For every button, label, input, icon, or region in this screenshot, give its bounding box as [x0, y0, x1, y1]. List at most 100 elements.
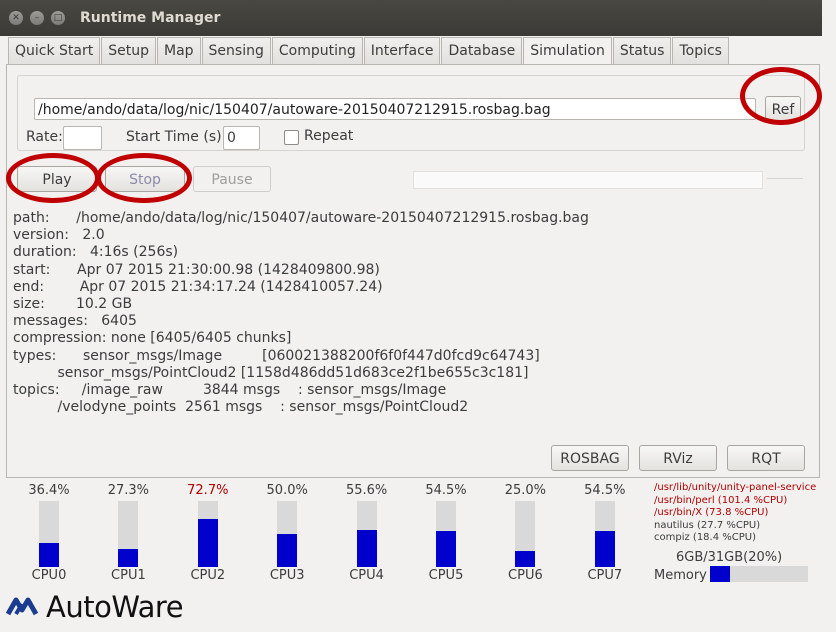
cpu-percent: 50.0%: [266, 483, 308, 498]
cpu-percent: 25.0%: [504, 483, 547, 498]
cpu-bar-fill: [594, 531, 615, 567]
tab-sensing[interactable]: Sensing: [201, 37, 271, 64]
info-line: sensor_msgs/PointCloud2 [1158d486dd51d68…: [13, 364, 529, 381]
autoware-logo-text: AutoWare: [46, 590, 184, 624]
cpu-bar: [118, 501, 139, 567]
rosbag-button[interactable]: ROSBAG: [551, 445, 629, 471]
memory-label: Memory: [654, 568, 707, 583]
cpu-bar: [39, 501, 59, 567]
info-line: size: 10.2 GB: [13, 296, 133, 313]
cpu-bar: [594, 501, 615, 567]
rate-input[interactable]: [63, 126, 102, 150]
cpu-name: CPU2: [190, 568, 226, 583]
info-line: version: 2.0: [13, 227, 105, 244]
cpu-name: CPU7: [587, 568, 623, 583]
memory-bar-fill: [710, 566, 730, 582]
cpu-bar-fill: [277, 534, 298, 567]
process-item: nautilus (27.7 %CPU): [654, 519, 761, 531]
tab-computing[interactable]: Computing: [271, 37, 363, 64]
highlight-ring-play: [6, 153, 100, 203]
cpu-meter-cpu1: 27.3% CPU1: [92, 483, 164, 583]
repeat-checkbox[interactable]: [284, 130, 299, 145]
cpu-name: CPU5: [428, 568, 464, 583]
cpu-percent: 54.5%: [425, 483, 467, 498]
start-time-input[interactable]: 0: [223, 126, 260, 150]
cpu-meter-cpu0: 36.4% CPU0: [13, 483, 85, 583]
cpu-bar-fill: [197, 519, 218, 567]
cpu-bar: [356, 501, 377, 567]
cpu-name: CPU4: [349, 568, 384, 583]
cpu-bar: [436, 501, 456, 567]
cpu-meter-cpu7: 54.5% CPU7: [569, 483, 641, 583]
autoware-logo-icon: [6, 597, 39, 616]
maximize-icon[interactable]: □: [51, 11, 65, 25]
rosbag-info-text: path: /home/ando/data/log/nic/150407/aut…: [13, 210, 589, 416]
cpu-percent: 55.6%: [345, 483, 388, 498]
process-list: /usr/lib/unity/unity-panel-service/usr/b…: [654, 482, 816, 545]
simulation-panel: /home/ando/data/log/nic/150407/autoware-…: [6, 64, 820, 478]
memory-usage-text: 6GB/31GB(20%): [676, 550, 783, 565]
cpu-bar-fill: [515, 550, 536, 567]
rviz-button[interactable]: RViz: [639, 445, 717, 471]
process-item: compiz (18.4 %CPU): [654, 532, 756, 544]
info-line: /velodyne_points 2561 msgs : sensor_msgs…: [13, 399, 469, 416]
cpu-bar: [197, 501, 218, 567]
info-line: topics: /image_raw 3844 msgs : sensor_ms…: [13, 382, 447, 399]
window-title: Runtime Manager: [80, 10, 221, 26]
info-line: messages: 6405: [13, 313, 137, 330]
cpu-percent: 72.7%: [187, 483, 229, 498]
cpu-bar: [277, 501, 298, 567]
cpu-meter-cpu3: 50.0% CPU3: [251, 483, 323, 583]
cpu-name: CPU3: [269, 568, 305, 583]
tab-simulation[interactable]: Simulation: [523, 37, 612, 66]
info-line: duration: 4:16s (256s): [13, 244, 179, 261]
cpu-meter-cpu5: 54.5% CPU5: [410, 483, 482, 583]
playback-progress-bar: [413, 171, 763, 189]
cpu-name: CPU0: [31, 568, 67, 583]
cpu-bar-fill: [356, 530, 377, 567]
cpu-percent: 54.5%: [584, 483, 626, 498]
cpu-percent: 36.4%: [28, 483, 70, 498]
highlight-ring-ref: [740, 67, 822, 125]
rqt-button[interactable]: RQT: [727, 445, 805, 471]
tab-bar: Quick Start Setup Map Sensing Computing Inter…: [8, 37, 730, 66]
info-line: path: /home/ando/data/log/nic/150407/aut…: [13, 210, 589, 226]
cpu-bar-fill: [436, 531, 456, 567]
title-bar: ✕ – □ Runtime Manager: [0, 0, 822, 36]
info-line: start: Apr 07 2015 21:30:00.98 (14284098…: [13, 261, 380, 278]
close-icon[interactable]: ✕: [9, 11, 23, 25]
rosbag-file-group: /home/ando/data/log/nic/150407/autoware-…: [17, 75, 805, 151]
tab-setup[interactable]: Setup: [101, 37, 156, 64]
tab-map[interactable]: Map: [157, 37, 201, 64]
cpu-name: CPU6: [508, 568, 543, 583]
memory-bar: [710, 566, 808, 582]
minimize-icon[interactable]: –: [30, 11, 44, 25]
info-line: types: sensor_msgs/Image [060021388200f6…: [13, 347, 540, 364]
highlight-ring-stop: [96, 153, 192, 203]
info-line: end: Apr 07 2015 21:34:17.24 (1428410057…: [13, 278, 383, 295]
tab-database[interactable]: Database: [441, 37, 523, 64]
tab-status[interactable]: Status: [612, 37, 672, 64]
process-item: /usr/lib/unity/unity-panel-service: [654, 482, 817, 493]
cpu-meter-cpu4: 55.6% CPU4: [331, 483, 403, 583]
separator: [767, 178, 803, 179]
process-item: /usr/bin/X (73.8 %CPU): [654, 507, 769, 519]
cpu-bar: [515, 501, 536, 567]
cpu-percent: 27.3%: [107, 483, 150, 498]
tab-topics[interactable]: Topics: [672, 37, 729, 64]
cpu-bar-fill: [39, 542, 59, 567]
cpu-bar-fill: [118, 548, 139, 567]
cpu-meter-cpu2: 72.7% CPU2: [172, 483, 244, 583]
cpu-name: CPU1: [111, 568, 146, 583]
info-line: compression: none [6405/6405 chunks]: [13, 330, 292, 347]
rate-label: Rate:: [26, 129, 63, 145]
pause-button: Pause: [193, 166, 271, 192]
start-time-label: Start Time (s):: [126, 129, 227, 145]
cpu-meter-cpu6: 25.0% CPU6: [489, 483, 561, 583]
tab-quick-start[interactable]: Quick Start: [8, 37, 101, 64]
repeat-label: Repeat: [304, 128, 354, 144]
autoware-logo: AutoWare: [6, 588, 184, 626]
rosbag-path-input[interactable]: /home/ando/data/log/nic/150407/autoware-…: [34, 98, 756, 120]
tab-interface[interactable]: Interface: [363, 37, 441, 64]
process-item: /usr/bin/perl (101.4 %CPU): [654, 494, 788, 506]
